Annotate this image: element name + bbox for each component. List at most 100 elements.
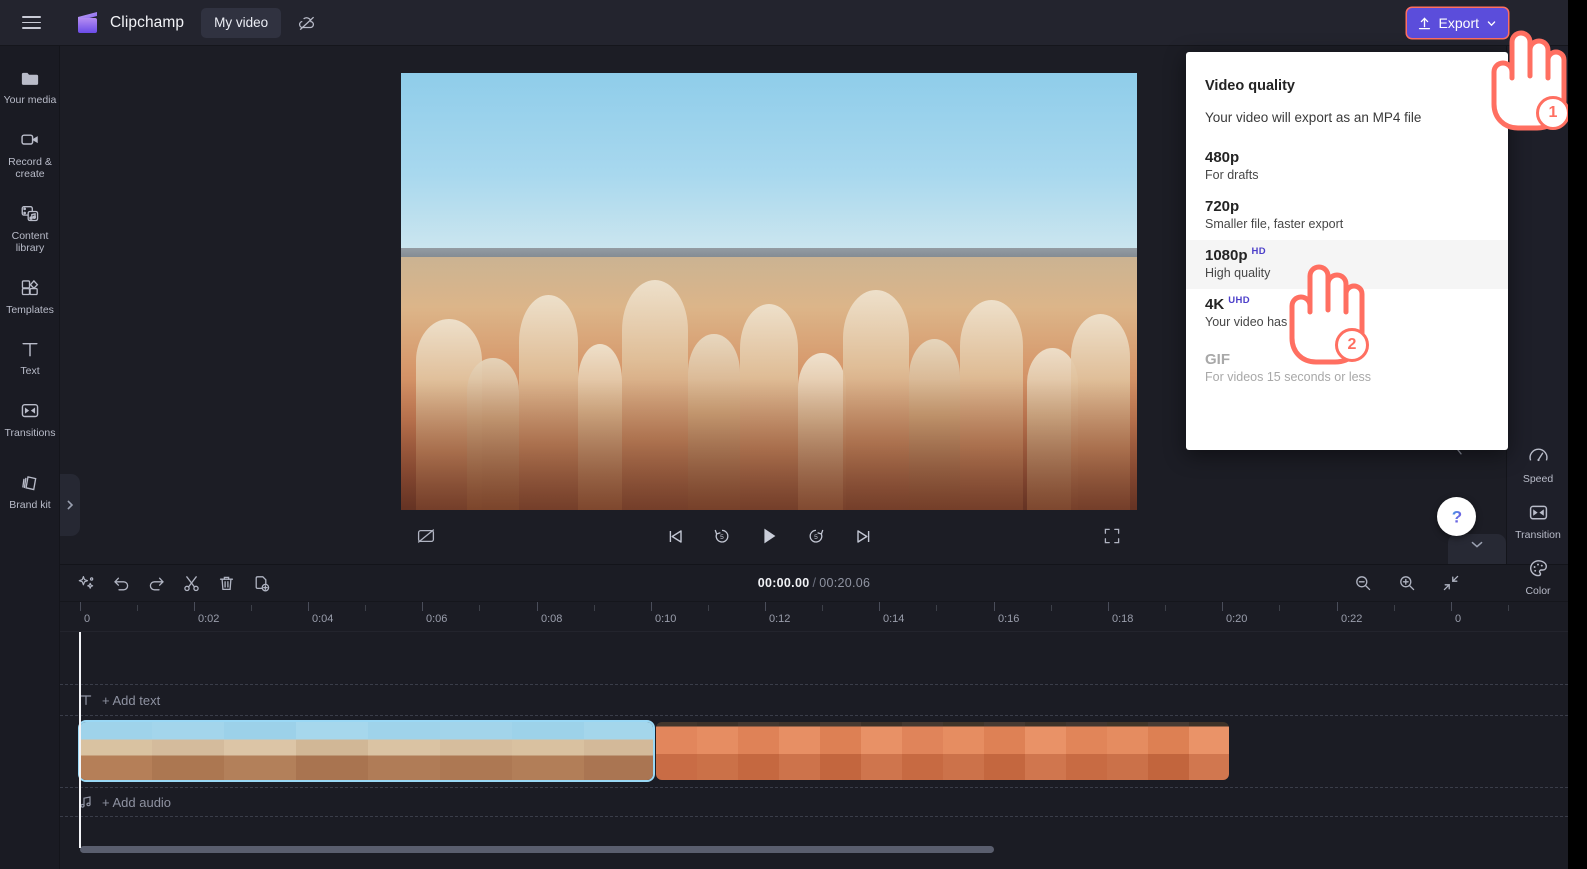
- sidebar-item-label: Your media: [3, 94, 57, 106]
- fit-to-screen-button[interactable]: [1438, 570, 1464, 596]
- property-item-label: Speed: [1522, 473, 1554, 485]
- ruler-tick-label: 0: [1455, 613, 1462, 625]
- property-item-label: Transition: [1515, 529, 1561, 541]
- add-text-label: + Add text: [102, 692, 161, 708]
- export-quality-dropdown: Video quality Your video will export as …: [1186, 52, 1508, 450]
- delete-button[interactable]: [213, 570, 239, 596]
- ruler-tick-label: 0:08: [541, 613, 563, 625]
- add-audio-label: + Add audio: [102, 794, 172, 810]
- magic-suggestions-button[interactable]: [73, 570, 99, 596]
- export-option-720p[interactable]: 720p Smaller file, faster export: [1186, 191, 1508, 240]
- shadow-gradient: [401, 378, 1137, 510]
- ruler-tick-label: 0:20: [1226, 613, 1248, 625]
- zoom-in-button[interactable]: [1394, 570, 1420, 596]
- sidebar-item-your-media[interactable]: Your media: [0, 58, 60, 115]
- sidebar-item-content-library[interactable]: Content library: [0, 194, 60, 263]
- sidebar-item-label: Text: [20, 365, 40, 377]
- edit-tools: [73, 570, 274, 596]
- property-item-color[interactable]: Color: [1507, 550, 1568, 606]
- captions-off-button[interactable]: [413, 523, 439, 549]
- sky-region: [401, 73, 1137, 257]
- ruler-tick-label: 0:04: [312, 613, 334, 625]
- redo-button[interactable]: [143, 570, 169, 596]
- transport-controls: 5 5: [662, 523, 876, 549]
- ruler-tick-label: 0:10: [655, 613, 677, 625]
- export-option-480p[interactable]: 480p For drafts: [1186, 142, 1508, 191]
- clipchamp-logo-icon: [74, 10, 101, 35]
- sidebar-item-label: Transitions: [4, 426, 56, 439]
- option-desc: For drafts: [1205, 168, 1259, 182]
- cloud-off-icon[interactable]: [291, 8, 322, 38]
- speedometer-icon: [1527, 445, 1550, 468]
- chevron-down-icon: [1470, 540, 1484, 549]
- ruler-tick-label: 0: [84, 613, 91, 625]
- video-clip-1[interactable]: [80, 722, 653, 780]
- timeline-ruler[interactable]: 0 0:02 0:04 0:06 0:08 0:10 0:12 0:14 0:1: [60, 602, 1568, 632]
- project-name-field[interactable]: My video: [201, 7, 282, 38]
- property-item-speed[interactable]: Speed: [1507, 438, 1568, 494]
- sidebar-item-label: Templates: [6, 303, 54, 316]
- play-button[interactable]: [756, 523, 782, 549]
- ruler-tick-label: 0:22: [1341, 613, 1363, 625]
- zoom-out-button[interactable]: [1350, 570, 1376, 596]
- skip-previous-button[interactable]: [662, 523, 688, 549]
- export-option-gif: GIF For videos 15 seconds or less: [1186, 344, 1508, 393]
- svg-text:5: 5: [814, 534, 818, 541]
- option-name: GIF: [1205, 351, 1230, 368]
- transitions-icon: [19, 400, 41, 422]
- video-track: [60, 722, 1568, 780]
- upload-arrow-icon: [1417, 16, 1432, 31]
- ruler-tick-label: 0:16: [998, 613, 1020, 625]
- clipchamp-app-window: Clipchamp My video Export Your media Rec…: [0, 0, 1568, 869]
- video-clip-2[interactable]: [656, 722, 1229, 780]
- playhead[interactable]: [79, 632, 81, 848]
- export-option-1080p[interactable]: 1080p HD High quality: [1186, 240, 1508, 289]
- sidebar-item-text[interactable]: Text: [0, 329, 60, 386]
- filmstrip: [80, 722, 653, 780]
- property-rail: Speed Transition Color: [1506, 46, 1568, 597]
- skip-next-button[interactable]: [850, 523, 876, 549]
- current-time: 00:00.00: [757, 576, 810, 590]
- rewind-5-button[interactable]: 5: [709, 523, 735, 549]
- help-button[interactable]: ?: [1437, 497, 1476, 536]
- horizontal-scrollbar-track: [60, 846, 1568, 861]
- time-separator: /: [812, 576, 817, 590]
- sidebar-item-label: Brand kit: [9, 499, 51, 511]
- option-name: 1080p: [1205, 247, 1248, 264]
- export-button[interactable]: Export: [1406, 8, 1508, 38]
- ruler-tick-label: 0:14: [883, 613, 905, 625]
- sidebar-item-record-create[interactable]: Record & create: [0, 120, 60, 189]
- preview-collapse-tab[interactable]: [1448, 534, 1506, 564]
- video-preview[interactable]: [401, 73, 1137, 510]
- sidebar-item-transitions[interactable]: Transitions: [0, 391, 60, 448]
- svg-text:?: ?: [1451, 507, 1461, 526]
- brand-kit-icon: [19, 472, 41, 494]
- property-item-transition[interactable]: Transition: [1507, 494, 1568, 550]
- duplicate-button[interactable]: [248, 570, 274, 596]
- forward-5-button[interactable]: 5: [803, 523, 829, 549]
- svg-text:5: 5: [720, 534, 724, 541]
- hd-badge: HD: [1251, 246, 1267, 257]
- add-audio-button[interactable]: + Add audio: [60, 787, 1568, 817]
- horizontal-scrollbar[interactable]: [80, 846, 994, 853]
- transition-icon: [1527, 501, 1550, 524]
- brand-name: Clipchamp: [110, 13, 185, 31]
- undo-button[interactable]: [108, 570, 134, 596]
- sidebar-item-templates[interactable]: Templates: [0, 268, 60, 325]
- sidebar-item-label: Record & create: [8, 155, 52, 181]
- sidebar-item-label: Content library: [11, 229, 49, 255]
- add-text-button[interactable]: + Add text: [60, 684, 1568, 716]
- top-bar: Clipchamp My video Export: [0, 0, 1568, 46]
- split-button[interactable]: [178, 570, 204, 596]
- export-panel-title: Video quality: [1205, 78, 1295, 94]
- content-library-icon: [19, 203, 41, 225]
- folder-icon: [19, 67, 41, 89]
- fullscreen-button[interactable]: [1099, 523, 1125, 549]
- hamburger-icon[interactable]: [9, 1, 53, 45]
- sidebar-item-brand-kit[interactable]: Brand kit: [0, 463, 60, 520]
- export-option-4k[interactable]: 4K UHD Your video has no 4K media: [1186, 289, 1508, 338]
- question-mark-icon: ?: [1446, 506, 1468, 528]
- sidebar-expand-button[interactable]: [60, 474, 80, 536]
- templates-icon: [19, 277, 41, 299]
- chevron-right-icon: [65, 499, 75, 511]
